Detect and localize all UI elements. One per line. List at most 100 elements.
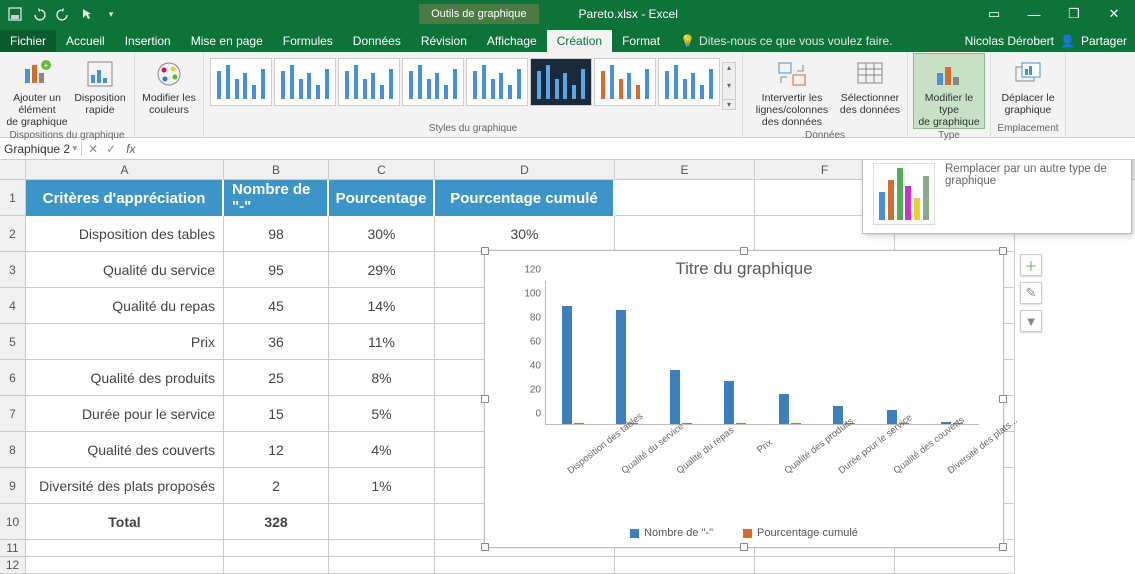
- cell[interactable]: 12: [224, 432, 329, 468]
- row-header[interactable]: 3: [0, 252, 26, 288]
- cell[interactable]: 5%: [329, 396, 435, 432]
- cell[interactable]: 45: [224, 288, 329, 324]
- row-header[interactable]: 11: [0, 540, 26, 557]
- cursor-icon[interactable]: [80, 7, 94, 21]
- share-button[interactable]: Partager: [1081, 34, 1127, 48]
- name-box[interactable]: Graphique 2 ▾: [0, 142, 82, 156]
- row-header[interactable]: 4: [0, 288, 26, 324]
- cell[interactable]: Total: [26, 504, 224, 540]
- cell[interactable]: Qualité du repas: [26, 288, 224, 324]
- cell[interactable]: 98: [224, 216, 329, 252]
- user-name[interactable]: Nicolas Dérobert: [965, 34, 1054, 48]
- ribbon-display-icon[interactable]: ▭: [979, 6, 1009, 22]
- chart-style-7[interactable]: [594, 58, 656, 106]
- cell[interactable]: 8%: [329, 360, 435, 396]
- close-icon[interactable]: ✕: [1099, 6, 1129, 22]
- add-chart-element-button[interactable]: + Ajouter un élément de graphique: [6, 54, 68, 128]
- chart-style-3[interactable]: [338, 58, 400, 106]
- cell[interactable]: [895, 557, 1015, 574]
- row-header[interactable]: 2: [0, 216, 26, 252]
- cell[interactable]: 1%: [329, 468, 435, 504]
- chart-style-gallery[interactable]: ▴▾▾: [210, 54, 736, 110]
- chart-style-5[interactable]: [466, 58, 528, 106]
- cell[interactable]: Pourcentage: [329, 180, 435, 216]
- select-all-corner[interactable]: [0, 160, 26, 179]
- cell[interactable]: [224, 557, 329, 574]
- col-header-d[interactable]: D: [435, 160, 615, 179]
- row-header[interactable]: 12: [0, 557, 26, 574]
- minimize-icon[interactable]: —: [1019, 7, 1049, 22]
- save-icon[interactable]: [8, 7, 22, 21]
- change-chart-type-button[interactable]: Modifier le type de graphique: [914, 54, 984, 128]
- menu-donnees[interactable]: Données: [343, 30, 411, 52]
- col-header-e[interactable]: E: [615, 160, 755, 179]
- chart-styles-button[interactable]: ✎: [1020, 282, 1042, 304]
- cell[interactable]: 2: [224, 468, 329, 504]
- row-header[interactable]: 10: [0, 504, 26, 540]
- menu-insertion[interactable]: Insertion: [115, 30, 181, 52]
- row-header[interactable]: 6: [0, 360, 26, 396]
- col-header-c[interactable]: C: [329, 160, 435, 179]
- cell[interactable]: [329, 504, 435, 540]
- chart-filters-button[interactable]: ▼: [1020, 310, 1042, 332]
- move-chart-button[interactable]: Déplacer le graphique: [997, 54, 1059, 116]
- cell[interactable]: Qualité des produits: [26, 360, 224, 396]
- grid-area[interactable]: A B C D E F G 1Critères d'appréciationNo…: [0, 160, 1135, 574]
- cell[interactable]: [26, 557, 224, 574]
- quick-layout-button[interactable]: Disposition rapide: [72, 54, 128, 116]
- chart-legend[interactable]: Nombre de "-" Pourcentage cumulé: [485, 527, 1003, 539]
- switch-row-column-button[interactable]: Intervertir les lignes/colonnes des donn…: [749, 54, 835, 128]
- select-data-button[interactable]: Sélectionner des données: [839, 54, 901, 116]
- cell[interactable]: 14%: [329, 288, 435, 324]
- chart-style-1[interactable]: [210, 58, 272, 106]
- cell[interactable]: Durée pour le service: [26, 396, 224, 432]
- chart-style-4[interactable]: [402, 58, 464, 106]
- cell[interactable]: 11%: [329, 324, 435, 360]
- cell[interactable]: Qualité des couverts: [26, 432, 224, 468]
- cell[interactable]: Critères d'appréciation: [26, 180, 224, 216]
- name-box-dropdown-icon[interactable]: ▾: [72, 143, 77, 154]
- cell[interactable]: [435, 557, 615, 574]
- cell[interactable]: Disposition des tables: [26, 216, 224, 252]
- row-header[interactable]: 8: [0, 432, 26, 468]
- cell[interactable]: 30%: [329, 216, 435, 252]
- menu-accueil[interactable]: Accueil: [56, 30, 115, 52]
- menu-mise-en-page[interactable]: Mise en page: [181, 30, 273, 52]
- menu-formules[interactable]: Formules: [273, 30, 343, 52]
- row-header[interactable]: 5: [0, 324, 26, 360]
- enter-formula-icon[interactable]: ✓: [106, 142, 116, 156]
- cell[interactable]: 36: [224, 324, 329, 360]
- restore-icon[interactable]: ❐: [1059, 6, 1089, 22]
- menu-format[interactable]: Format: [612, 30, 670, 52]
- fx-icon[interactable]: fx: [122, 142, 139, 156]
- menu-file[interactable]: Fichier: [0, 30, 56, 52]
- change-colors-button[interactable]: Modifier les couleurs: [141, 54, 197, 116]
- chart-title[interactable]: Titre du graphique: [485, 251, 1003, 281]
- cell[interactable]: Diversité des plats proposés: [26, 468, 224, 504]
- menu-affichage[interactable]: Affichage: [477, 30, 547, 52]
- cell[interactable]: 29%: [329, 252, 435, 288]
- chart-style-6[interactable]: [530, 58, 592, 106]
- menu-creation[interactable]: Création: [547, 30, 612, 52]
- col-header-b[interactable]: B: [224, 160, 329, 179]
- chart-plot-area[interactable]: 020406080100120: [545, 281, 979, 441]
- cell[interactable]: Nombre de "-": [224, 180, 329, 216]
- cell[interactable]: Pourcentage cumulé: [435, 180, 615, 216]
- cell[interactable]: [329, 540, 435, 557]
- cell[interactable]: [615, 180, 755, 216]
- cell[interactable]: 4%: [329, 432, 435, 468]
- row-header[interactable]: 1: [0, 180, 26, 216]
- redo-icon[interactable]: [56, 7, 70, 21]
- chart-elements-button[interactable]: ＋: [1020, 254, 1042, 276]
- cell[interactable]: [615, 557, 755, 574]
- col-header-a[interactable]: A: [26, 160, 224, 179]
- cell[interactable]: [224, 540, 329, 557]
- undo-icon[interactable]: [32, 7, 46, 21]
- embedded-chart[interactable]: Titre du graphique 020406080100120 Dispo…: [484, 250, 1004, 548]
- cell[interactable]: [755, 557, 895, 574]
- cell[interactable]: 30%: [435, 216, 615, 252]
- chart-style-8[interactable]: [658, 58, 720, 106]
- cell[interactable]: [615, 216, 755, 252]
- cell[interactable]: Qualité du service: [26, 252, 224, 288]
- gallery-scroll[interactable]: ▴▾▾: [722, 62, 736, 110]
